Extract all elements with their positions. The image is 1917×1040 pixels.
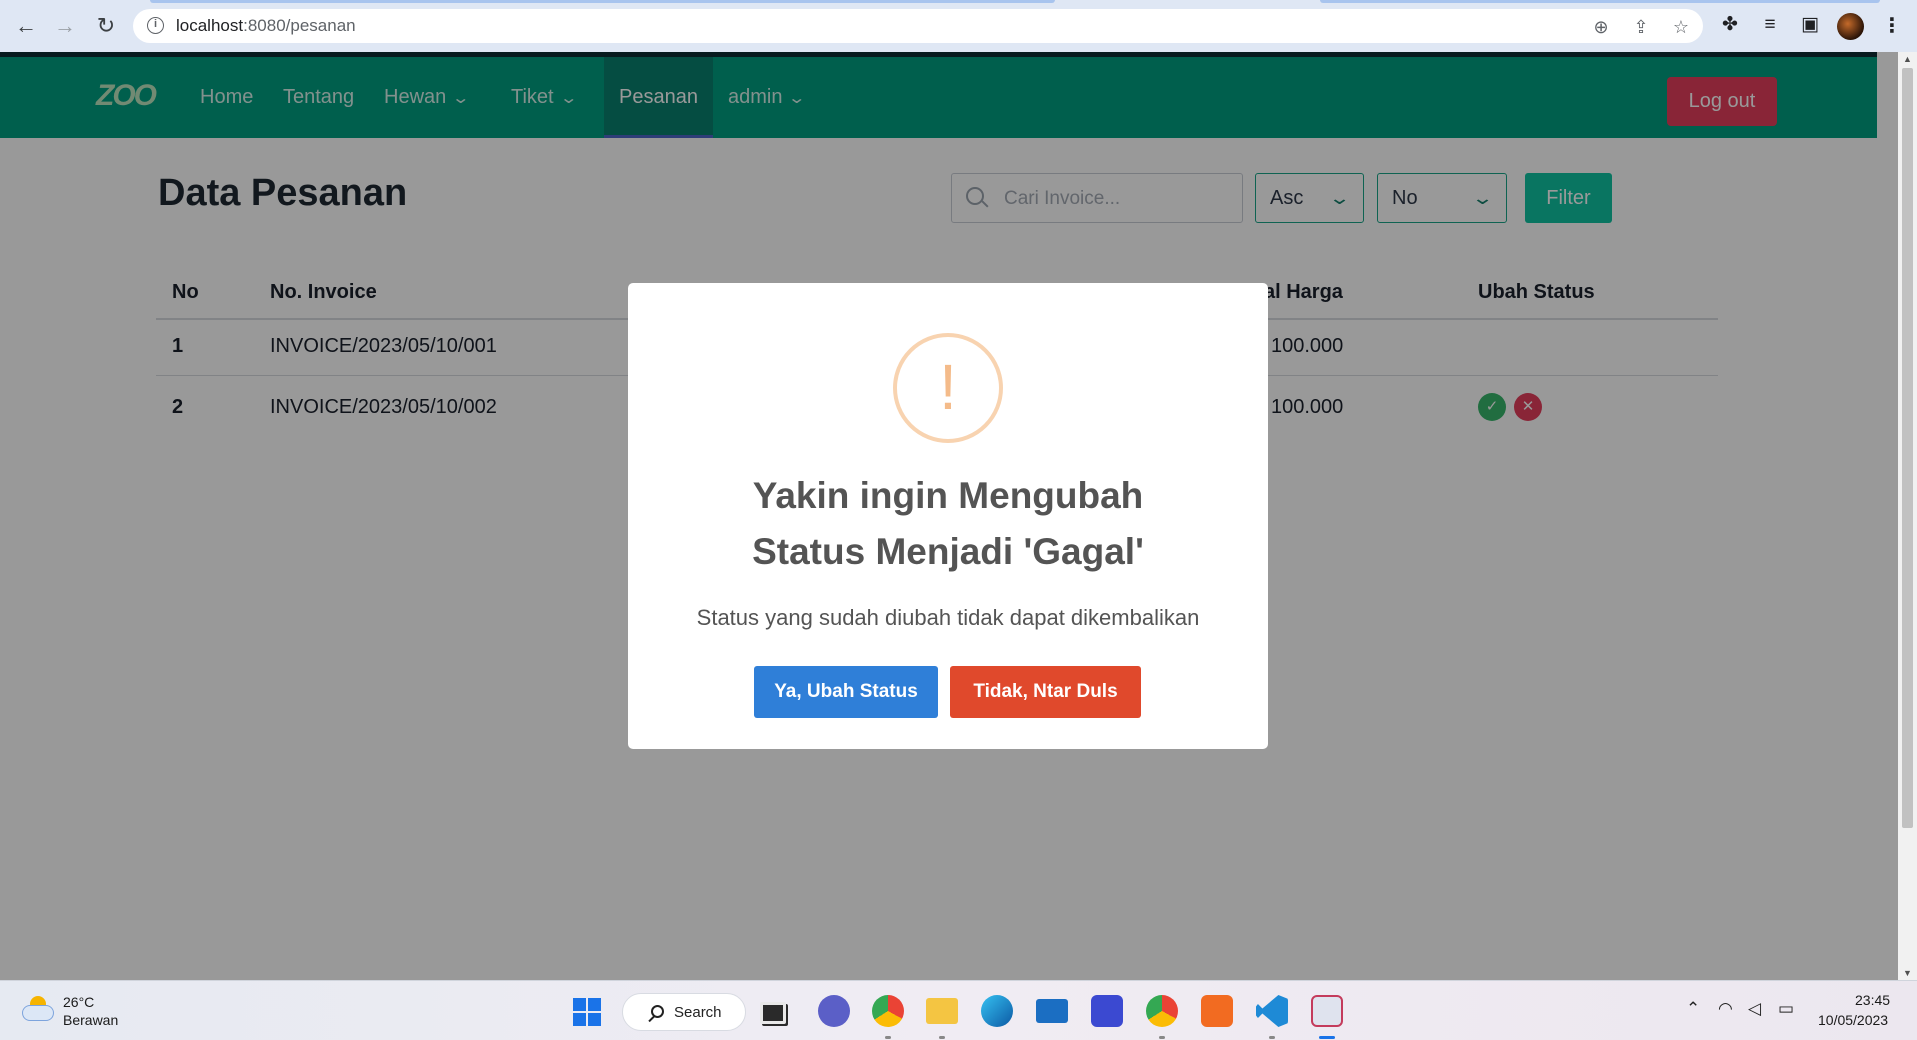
app-icon[interactable] bbox=[1091, 995, 1123, 1027]
translate-icon[interactable]: ⊕ bbox=[1590, 16, 1612, 38]
dialog-message: Status yang sudah diubah tidak dapat dik… bbox=[696, 605, 1200, 630]
vscode-icon[interactable] bbox=[1256, 995, 1288, 1027]
edge-icon[interactable] bbox=[981, 995, 1013, 1027]
teams-chat-icon[interactable] bbox=[818, 995, 850, 1027]
side-panel-icon[interactable]: ▣ bbox=[1798, 13, 1822, 37]
taskbar-search-label: Search bbox=[674, 1004, 722, 1021]
wifi-icon[interactable]: ◠ bbox=[1718, 999, 1733, 1019]
clock-time[interactable]: 23:45 bbox=[1855, 992, 1890, 1008]
volume-icon[interactable]: ◁ bbox=[1748, 999, 1761, 1019]
weather-description[interactable]: Berawan bbox=[63, 1012, 118, 1028]
web-page: ZOO Home Tentang Hewan ⌄ Tiket ⌄ Pesanan a… bbox=[0, 52, 1898, 980]
scroll-up-icon[interactable]: ▲ bbox=[1903, 54, 1912, 64]
weather-temperature[interactable]: 26°C bbox=[63, 994, 94, 1010]
warning-icon: ! bbox=[893, 333, 1003, 443]
back-icon[interactable]: ← bbox=[12, 12, 40, 40]
mail-icon[interactable] bbox=[1036, 999, 1068, 1023]
weather-cloudy-icon[interactable] bbox=[22, 996, 54, 1022]
browser-menu-icon[interactable]: ⋮ bbox=[1882, 13, 1902, 39]
bookmark-star-icon[interactable]: ☆ bbox=[1670, 16, 1692, 38]
browser-toolbar: ← → ↻ i localhost:8080/pesanan ⊕ ⇪ ☆ ✤ ≡… bbox=[0, 0, 1917, 52]
cancel-button[interactable]: Tidak, Ntar Duls bbox=[950, 666, 1141, 718]
search-icon bbox=[651, 1005, 664, 1018]
chrome-profile-icon[interactable] bbox=[1146, 995, 1178, 1027]
page-scrollbar[interactable]: ▲ ▼ bbox=[1898, 52, 1917, 980]
taskbar-search[interactable]: Search bbox=[622, 993, 746, 1031]
extensions-icon[interactable]: ✤ bbox=[1718, 13, 1742, 37]
tab-strip bbox=[0, 0, 1917, 4]
file-explorer-icon[interactable] bbox=[926, 998, 958, 1024]
chrome-icon[interactable] bbox=[872, 995, 904, 1027]
scroll-down-icon[interactable]: ▼ bbox=[1903, 968, 1912, 978]
confirm-dialog: ! Yakin ingin Mengubah Status Menjadi 'G… bbox=[628, 283, 1268, 749]
profile-avatar[interactable] bbox=[1837, 13, 1864, 40]
reload-icon[interactable]: ↻ bbox=[92, 12, 120, 40]
clock-date[interactable]: 10/05/2023 bbox=[1818, 1012, 1888, 1028]
site-info-icon[interactable]: i bbox=[147, 17, 164, 34]
share-icon[interactable]: ⇪ bbox=[1630, 16, 1652, 38]
forward-icon[interactable]: → bbox=[51, 12, 79, 40]
windows-taskbar: 26°C Berawan Search ⌃ ◠ ◁ ▭ 23:45 10/05/… bbox=[0, 980, 1917, 1040]
scrollbar-thumb[interactable] bbox=[1902, 68, 1913, 828]
show-hidden-icons-icon[interactable]: ⌃ bbox=[1686, 999, 1700, 1019]
battery-icon[interactable]: ▭ bbox=[1778, 999, 1794, 1019]
windows-start-icon[interactable] bbox=[573, 998, 601, 1026]
snipping-tool-icon[interactable] bbox=[1311, 995, 1343, 1027]
address-bar[interactable]: i localhost:8080/pesanan ⊕ ⇪ ☆ bbox=[133, 9, 1703, 43]
xampp-icon[interactable] bbox=[1201, 995, 1233, 1027]
media-queue-icon[interactable]: ≡ bbox=[1758, 13, 1782, 37]
task-view-icon[interactable] bbox=[760, 1002, 786, 1024]
confirm-button[interactable]: Ya, Ubah Status bbox=[754, 666, 938, 718]
url-text[interactable]: localhost:8080/pesanan bbox=[176, 16, 356, 36]
dialog-title: Yakin ingin Mengubah Status Menjadi 'Gag… bbox=[752, 475, 1144, 572]
